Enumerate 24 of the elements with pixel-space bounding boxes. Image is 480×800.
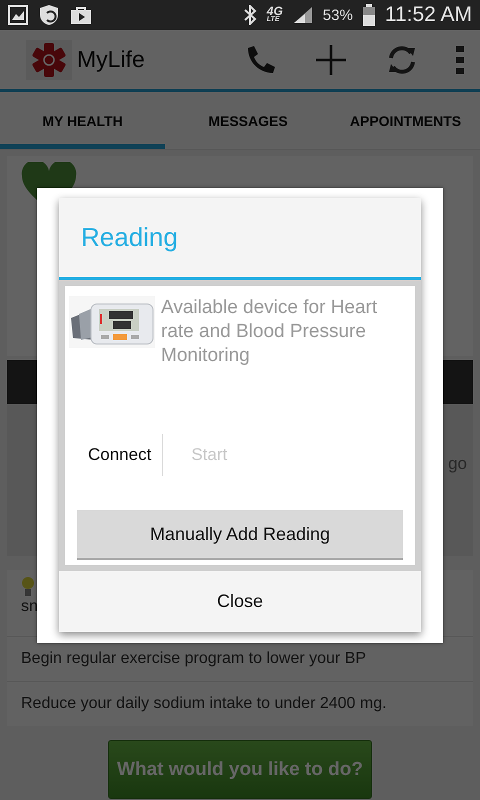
store-bag-icon (70, 5, 92, 25)
tip-text: Reduce your daily sodium intake to under 2400 mg. (7, 681, 473, 726)
manual-add-button[interactable]: Manually Add Reading (77, 510, 403, 560)
action-button[interactable]: What would you like to do? (108, 740, 372, 799)
app-logo (26, 40, 72, 80)
add-icon[interactable] (314, 42, 348, 76)
shield-icon (38, 4, 60, 26)
app-title: MyLife (77, 46, 145, 73)
battery-percent: 53% (322, 6, 353, 24)
bluetooth-icon (242, 5, 257, 25)
refresh-icon[interactable] (386, 44, 418, 76)
tip-text: sn (21, 598, 38, 616)
tab[interactable]: MESSAGES (165, 92, 331, 149)
device-description: Available device for Heart rate and Blood Pressure Monitoring (161, 296, 378, 368)
gallery-icon (8, 5, 28, 25)
connect-button[interactable]: Connect (88, 445, 152, 465)
lightbulb-icon (21, 576, 35, 598)
tab[interactable]: APPOINTMENTS (331, 92, 480, 149)
clock-time: 11:52 AM (384, 3, 472, 27)
tab[interactable]: MY HEALTH (0, 92, 165, 149)
overflow-menu-icon[interactable] (456, 46, 464, 74)
close-button[interactable]: Close (59, 571, 421, 632)
signal-icon (292, 6, 313, 24)
battery-icon (362, 4, 375, 26)
